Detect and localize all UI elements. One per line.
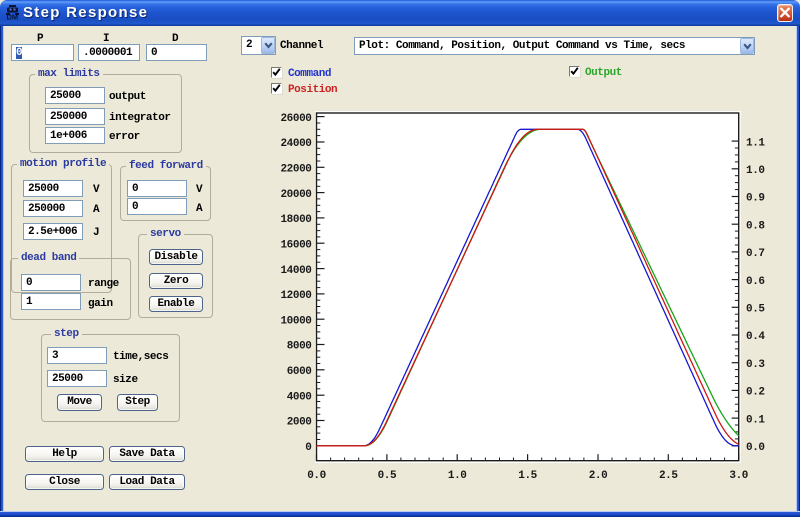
svg-text:1.0: 1.0 xyxy=(448,470,467,482)
svg-text:8000: 8000 xyxy=(287,341,312,353)
svg-text:0.9: 0.9 xyxy=(746,193,765,205)
svg-text:DM: DM xyxy=(7,13,19,21)
svg-text:0.3: 0.3 xyxy=(746,359,765,371)
svg-text:0: 0 xyxy=(305,442,311,454)
svg-text:12000: 12000 xyxy=(280,290,311,302)
svg-text:16000: 16000 xyxy=(280,239,311,251)
svg-text:2.5: 2.5 xyxy=(659,470,678,482)
svg-text:1.5: 1.5 xyxy=(518,470,537,482)
svg-text:10000: 10000 xyxy=(280,315,311,327)
svg-text:0.6: 0.6 xyxy=(746,276,765,288)
svg-text:4000: 4000 xyxy=(287,391,312,403)
svg-text:0.5: 0.5 xyxy=(378,470,397,482)
svg-text:0.0: 0.0 xyxy=(746,442,765,454)
svg-text:3.0: 3.0 xyxy=(729,470,748,482)
svg-text:0.2: 0.2 xyxy=(746,387,765,399)
svg-text:0.1: 0.1 xyxy=(746,414,765,426)
svg-text:24000: 24000 xyxy=(280,138,311,150)
svg-text:1.1: 1.1 xyxy=(746,137,765,149)
svg-text:0.5: 0.5 xyxy=(746,304,765,316)
svg-text:0.0: 0.0 xyxy=(307,470,326,482)
svg-text:0.8: 0.8 xyxy=(746,220,765,232)
svg-text:20000: 20000 xyxy=(280,189,311,201)
svg-text:22000: 22000 xyxy=(280,164,311,176)
svg-text:14000: 14000 xyxy=(280,265,311,277)
svg-text:1.0: 1.0 xyxy=(746,165,765,177)
svg-text:2.0: 2.0 xyxy=(589,470,608,482)
svg-text:0.7: 0.7 xyxy=(746,248,765,260)
svg-text:0.4: 0.4 xyxy=(746,331,765,343)
svg-text:6000: 6000 xyxy=(287,366,312,378)
svg-text:26000: 26000 xyxy=(280,113,311,125)
svg-text:2000: 2000 xyxy=(287,417,312,429)
svg-text:18000: 18000 xyxy=(280,214,311,226)
